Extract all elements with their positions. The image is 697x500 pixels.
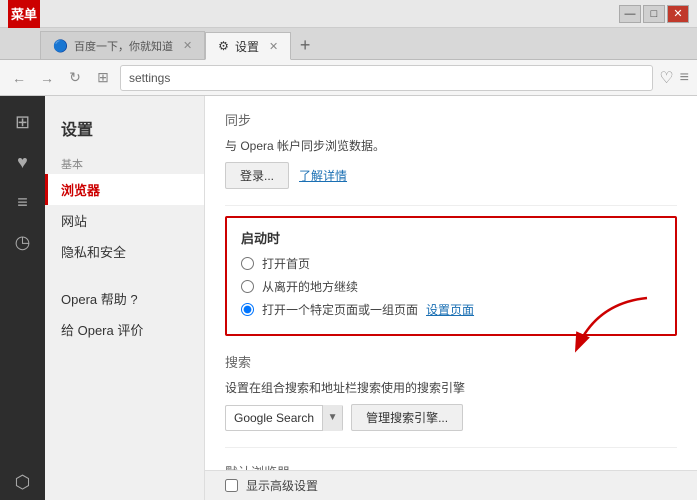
default-browser-title: 默认浏览器 — [225, 462, 677, 470]
startup-box-wrapper: 启动时 打开首页 从离开的地方继续 打开一个特定页面或一组页面 设置 — [225, 216, 677, 336]
search-engine-dropdown[interactable]: Google Search ▼ — [225, 405, 343, 431]
sidebar-grid-icon[interactable]: ⊞ — [5, 104, 41, 140]
startup-option-specific: 打开一个特定页面或一组页面 设置页面 — [241, 301, 661, 318]
addressbar: ← → ↻ ⊞ ♡ ≡ — [0, 60, 697, 96]
address-input[interactable] — [120, 65, 653, 91]
close-btn[interactable]: ✕ — [667, 5, 689, 23]
opera-rate-label: 给 Opera 评价 — [61, 320, 143, 339]
settings-content: 同步 与 Opera 帐户同步浏览数据。 登录... 了解详情 启动时 打开首页 — [205, 96, 697, 470]
sync-btn-row: 登录... 了解详情 — [225, 162, 677, 189]
search-engine-value: Google Search — [226, 411, 322, 425]
tab-baidu[interactable]: 🔵 百度一下，你就知道 ✕ — [40, 31, 205, 59]
divider-1 — [225, 205, 677, 206]
settings-nav-item-browser[interactable]: 浏览器 — [45, 174, 204, 205]
sync-section-title: 同步 — [225, 110, 677, 129]
manage-search-btn[interactable]: 管理搜索引擎... — [351, 404, 463, 431]
startup-box: 启动时 打开首页 从离开的地方继续 打开一个特定页面或一组页面 设置 — [225, 216, 677, 336]
startup-set-pages-link[interactable]: 设置页面 — [426, 301, 474, 318]
back-btn[interactable]: ← — [8, 67, 30, 89]
divider-2 — [225, 447, 677, 448]
startup-label-specific: 打开一个特定页面或一组页面 — [262, 301, 418, 318]
settings-nav-item-opera-rate[interactable]: 给 Opera 评价 — [45, 314, 204, 345]
main-layout: ⊞ ♥ ≡ ◷ ⬡ 设置 基本 浏览器 网站 隐私和安全 Opera 帮助 ? … — [0, 96, 697, 500]
minimize-btn[interactable]: — — [619, 5, 641, 23]
sync-login-btn[interactable]: 登录... — [225, 162, 289, 189]
titlebar-left: 菜单 — [8, 0, 40, 28]
sidebar: ⊞ ♥ ≡ ◷ ⬡ — [0, 96, 45, 500]
tab-settings[interactable]: ⚙ 设置 ✕ — [205, 32, 291, 60]
search-row: Google Search ▼ 管理搜索引擎... — [225, 404, 677, 431]
search-section-title: 搜索 — [225, 352, 677, 371]
opera-menu-btn[interactable]: 菜单 — [8, 0, 40, 28]
tab-baidu-icon: 🔵 — [53, 39, 68, 53]
tab-baidu-label: 百度一下，你就知道 — [74, 38, 173, 54]
sidebar-puzzle-icon[interactable]: ⬡ — [5, 464, 41, 500]
tab-baidu-close[interactable]: ✕ — [183, 39, 192, 52]
sync-text: 与 Opera 帐户同步浏览数据。 — [225, 137, 677, 154]
startup-section: 启动时 打开首页 从离开的地方继续 打开一个特定页面或一组页面 设置 — [225, 216, 677, 336]
settings-nav-item-privacy[interactable]: 隐私和安全 — [45, 236, 204, 267]
advanced-settings-label: 显示高级设置 — [246, 477, 318, 494]
search-dropdown-arrow[interactable]: ▼ — [322, 405, 342, 431]
startup-radio-specific[interactable] — [241, 303, 254, 316]
settings-content-wrapper: 同步 与 Opera 帐户同步浏览数据。 登录... 了解详情 启动时 打开首页 — [205, 96, 697, 500]
opera-menu-label: 菜单 — [11, 4, 37, 23]
settings-nav-item-opera-help[interactable]: Opera 帮助 ? — [45, 283, 204, 314]
tab-settings-icon: ⚙ — [218, 39, 229, 53]
tab-settings-label: 设置 — [235, 38, 259, 55]
maximize-btn[interactable]: □ — [643, 5, 665, 23]
tabbar: 🔵 百度一下，你就知道 ✕ ⚙ 设置 ✕ + — [0, 28, 697, 60]
sidebar-heart-icon[interactable]: ♥ — [5, 144, 41, 180]
sync-section: 同步 与 Opera 帐户同步浏览数据。 登录... 了解详情 — [225, 110, 677, 189]
tab-add-btn[interactable]: + — [291, 31, 319, 59]
sidebar-news-icon[interactable]: ≡ — [5, 184, 41, 220]
startup-option-homepage: 打开首页 — [241, 255, 661, 272]
menu-icon[interactable]: ≡ — [680, 69, 689, 87]
search-section: 搜索 设置在组合搜索和地址栏搜索使用的搜索引擎 Google Search ▼ … — [225, 352, 677, 431]
refresh-btn[interactable]: ↻ — [64, 67, 86, 89]
forward-btn[interactable]: → — [36, 67, 58, 89]
search-desc: 设置在组合搜索和地址栏搜索使用的搜索引擎 — [225, 379, 677, 396]
bottom-bar: 显示高级设置 — [205, 470, 697, 500]
tab-settings-close[interactable]: ✕ — [269, 40, 278, 53]
startup-label-homepage: 打开首页 — [262, 255, 310, 272]
startup-radio-continue[interactable] — [241, 280, 254, 293]
startup-title: 启动时 — [241, 228, 661, 247]
settings-nav-title: 设置 — [45, 108, 204, 152]
sync-learn-link[interactable]: 了解详情 — [299, 167, 347, 184]
opera-help-label: Opera 帮助 ? — [61, 289, 138, 308]
settings-nav-section-basic: 基本 — [45, 152, 204, 174]
grid-btn[interactable]: ⊞ — [92, 67, 114, 89]
titlebar-controls: — □ ✕ — [619, 5, 689, 23]
startup-label-continue: 从离开的地方继续 — [262, 278, 358, 295]
default-browser-section: 默认浏览器 Opera 不是当前的默认浏览器。 将 Opera 设置为默认浏览器… — [225, 462, 677, 470]
startup-radio-homepage[interactable] — [241, 257, 254, 270]
bookmark-heart-btn[interactable]: ♡ — [659, 68, 673, 88]
advanced-settings-checkbox[interactable] — [225, 479, 238, 492]
startup-option-continue: 从离开的地方继续 — [241, 278, 661, 295]
sidebar-clock-icon[interactable]: ◷ — [5, 224, 41, 260]
settings-nav-item-website[interactable]: 网站 — [45, 205, 204, 236]
titlebar: 菜单 — □ ✕ — [0, 0, 697, 28]
settings-nav: 设置 基本 浏览器 网站 隐私和安全 Opera 帮助 ? 给 Opera 评价 — [45, 96, 205, 500]
